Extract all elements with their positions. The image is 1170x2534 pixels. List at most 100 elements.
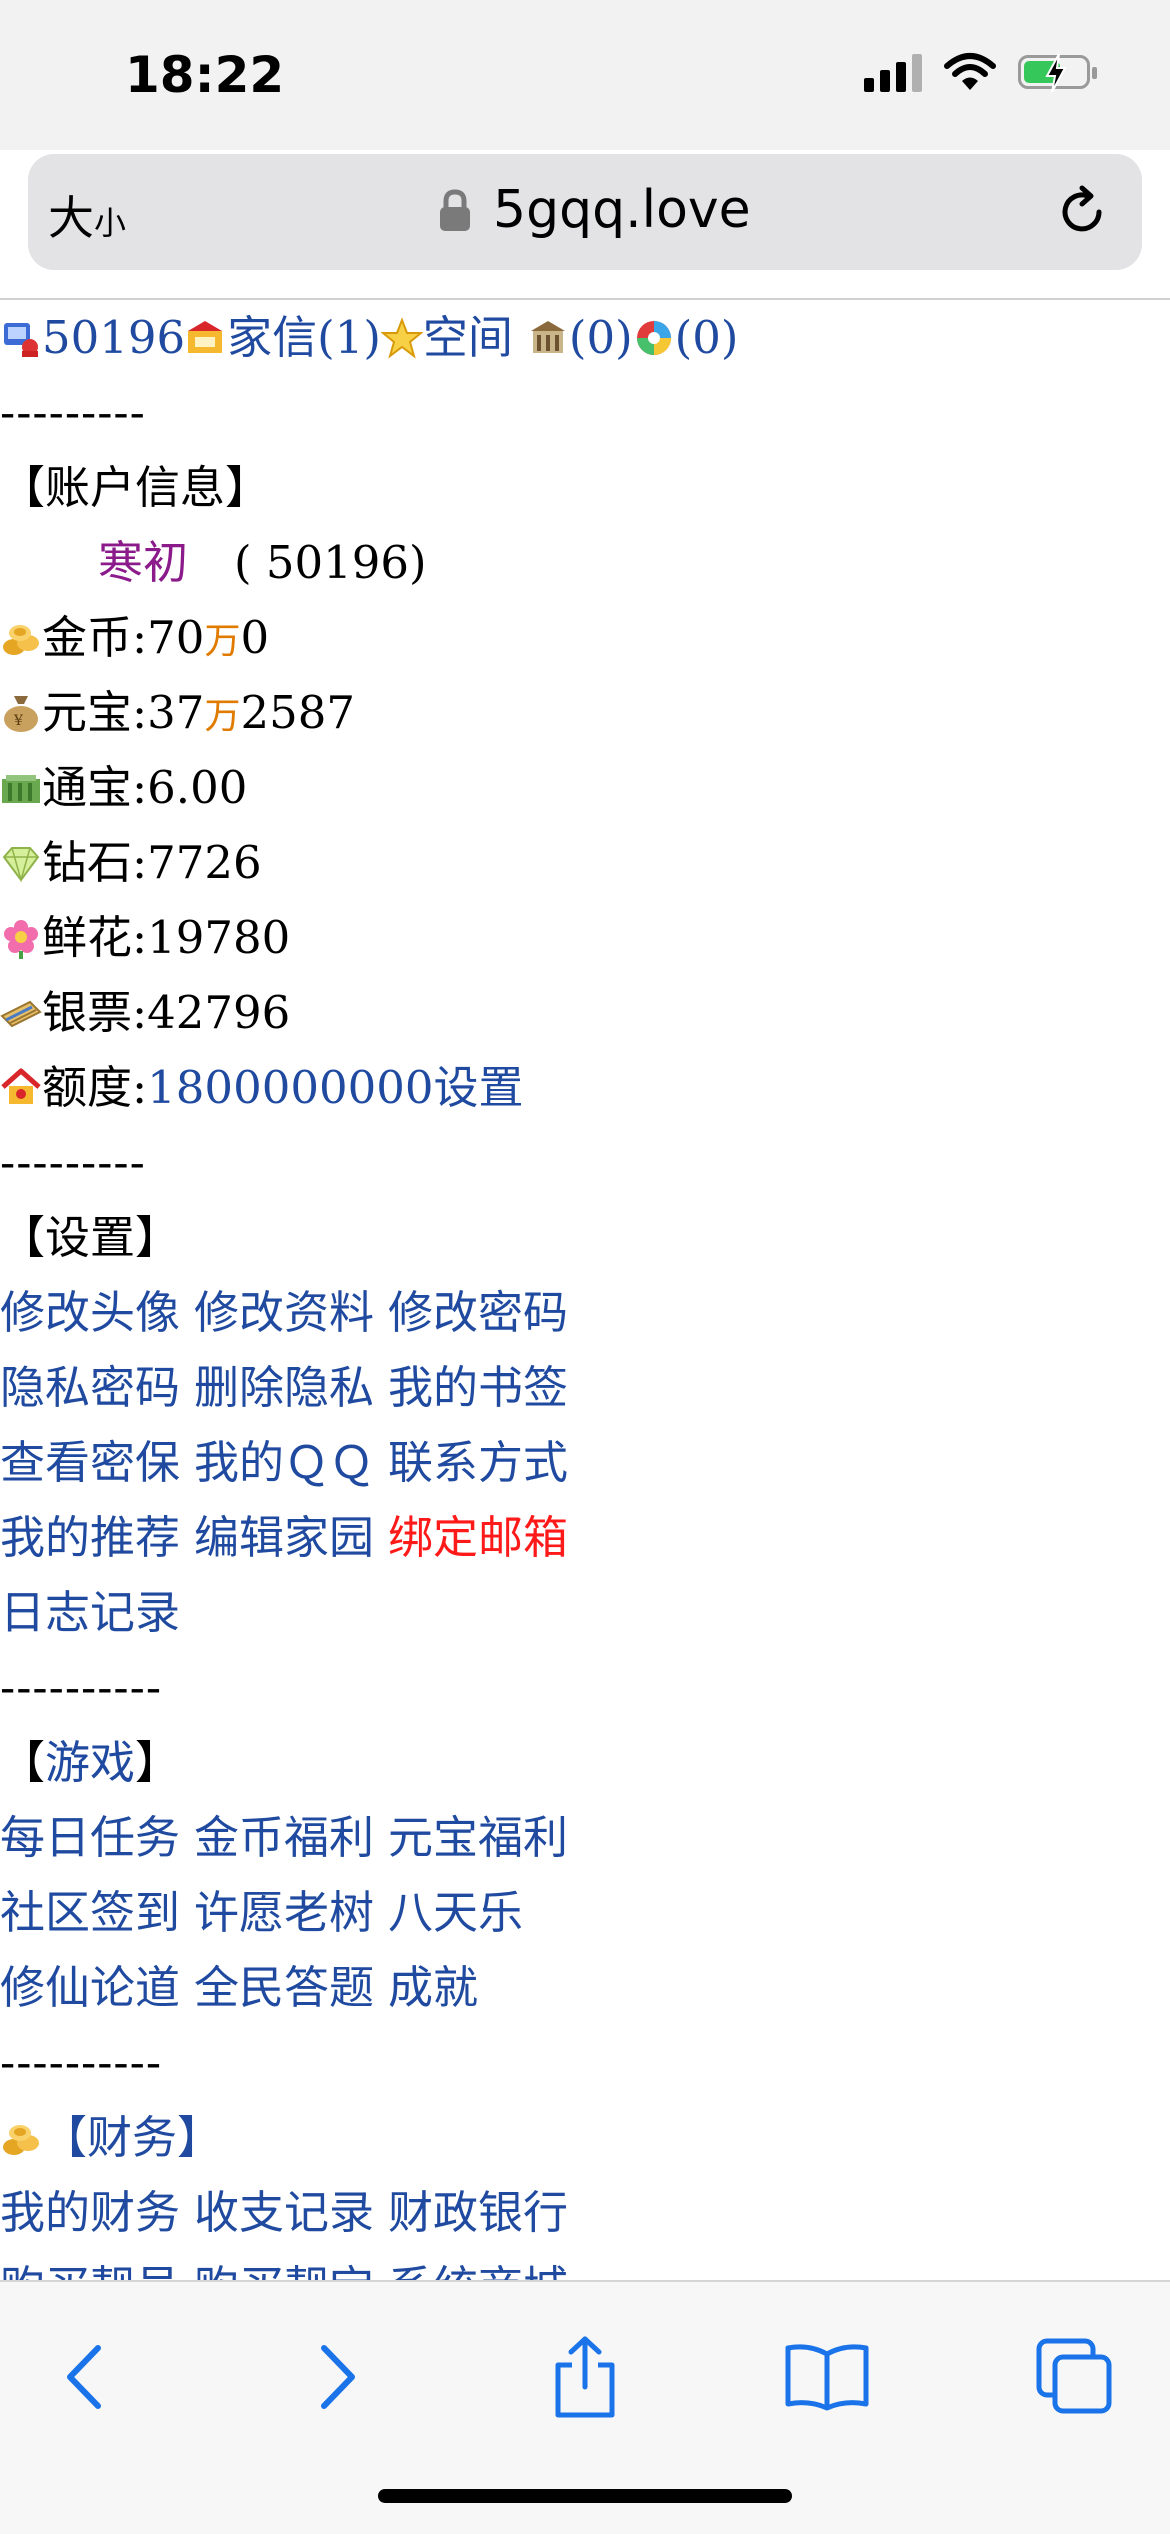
gold-unit: 万 [204,621,241,662]
community-checkin-link[interactable]: 社区签到 [0,1886,180,1939]
quota-settings-link[interactable]: 1800000000设置 [147,1061,523,1114]
finance-title-link[interactable]: 【财务】 [42,2111,222,2164]
coins-icon [3,2125,39,2155]
wishing-tree-link[interactable]: 许愿老树 [194,1886,374,1939]
yuanbao-row: ¥ 元宝:37万2587 [0,675,1170,750]
wheel-link[interactable]: (0) [675,311,739,364]
my-finance-link[interactable]: 我的财务 [0,2186,180,2239]
games-title-left: 【 [0,1736,46,1789]
building-icon [530,321,565,353]
edit-avatar-link[interactable]: 修改头像 [0,1286,180,1339]
text-size-big: 大 [48,191,94,245]
settings-row: 隐私密码 删除隐私 我的书签 [0,1350,1170,1425]
contact-info-link[interactable]: 联系方式 [388,1436,568,1489]
eight-days-link[interactable]: 八天乐 [388,1886,523,1939]
wheel-icon [636,321,671,355]
my-referrals-link[interactable]: 我的推荐 [0,1511,180,1564]
games-row: 修仙论道 全民答题 成就 [0,1950,1170,2025]
quota-row: 额度:1800000000设置 [0,1050,1170,1125]
games-row: 每日任务 金币福利 元宝福利 [0,1800,1170,1875]
flower-text: 鲜花:19780 [42,911,291,964]
settings-row: 日志记录 [0,1575,1170,1650]
achievements-link[interactable]: 成就 [388,1961,478,2014]
games-row: 社区签到 许愿老树 八天乐 [0,1875,1170,1950]
gold-value-pre: 70 [147,611,205,664]
account-id: ( 50196) [234,536,427,589]
banknote-row: 银票:42796 [0,975,1170,1050]
change-password-link[interactable]: 修改密码 [388,1286,568,1339]
settings-title: 【设置】 [0,1211,181,1264]
tongbao-text: 通宝:6.00 [42,761,248,814]
quiz-link[interactable]: 全民答题 [194,1961,374,2014]
delete-privacy-link[interactable]: 删除隐私 [194,1361,374,1414]
wifi-icon [944,53,996,90]
divider: --------- [0,1136,146,1189]
buy-treasure-link[interactable]: 购买靓宝 [194,2261,374,2280]
tabs-icon [1036,2338,1112,2414]
flower-icon [4,920,38,959]
bind-email-link[interactable]: 绑定邮箱 [388,1511,568,1564]
user-icon [4,323,38,357]
divider: --------- [0,386,146,439]
yuanbao-label: 元宝: [42,686,148,739]
status-time: 18:22 [125,46,285,104]
yuanbao-value-pre: 37 [147,686,205,739]
space-link[interactable]: 空间 [423,311,513,364]
settings-row: 查看密保 我的ＱＱ 联系方式 [0,1425,1170,1500]
user-id-link[interactable]: 50196 [42,311,185,364]
my-bookmarks-link[interactable]: 我的书签 [388,1361,568,1414]
status-icons [864,52,1097,93]
battery-icon [1018,53,1097,93]
privacy-password-link[interactable]: 隐私密码 [0,1361,180,1414]
divider: ---------- [0,2036,163,2089]
yuanbao-welfare-link[interactable]: 元宝福利 [388,1811,568,1864]
gold-row: 金币:70万0 [0,600,1170,675]
yuanbao-unit: 万 [204,696,241,737]
cellular-signal-icon [864,52,922,92]
nickname-link[interactable]: 寒初 [98,536,188,589]
diamond-icon [2,847,40,883]
games-title-right: 】 [135,1736,181,1789]
back-button[interactable] [30,2322,140,2432]
edit-profile-link[interactable]: 修改资料 [194,1286,374,1339]
account-title: 【账户信息】 [0,461,271,514]
building-link[interactable]: (0) [569,311,633,364]
lock-icon [440,189,470,231]
gold-label: 金币: [42,611,148,664]
system-mall-link[interactable]: 系统商城 [388,2261,568,2280]
forward-button[interactable] [282,2322,392,2432]
finance-bank-link[interactable]: 财政银行 [388,2186,568,2239]
view-security-link[interactable]: 查看密保 [0,1436,180,1489]
tabs-button[interactable] [1020,2322,1130,2432]
svg-text:¥: ¥ [13,713,23,729]
cash-icon [2,775,40,803]
settings-row: 我的推荐 编辑家园 绑定邮箱 [0,1500,1170,1575]
account-name-row: 寒初 ( 50196) [0,525,1170,600]
games-title-link[interactable]: 游戏 [45,1736,135,1789]
daily-tasks-link[interactable]: 每日任务 [0,1811,180,1864]
page-content: 50196 家信(1) 空间 (0) (0) --------- 【账户信息】 寒初 ( … [0,300,1170,2280]
top-nav: 50196 家信(1) 空间 (0) (0) [0,300,1170,375]
gold-welfare-link[interactable]: 金币福利 [194,1811,374,1864]
edit-homestead-link[interactable]: 编辑家园 [194,1511,374,1564]
mail-link[interactable]: 家信(1) [227,311,381,364]
chevron-left-icon [67,2345,101,2409]
share-button[interactable] [530,2322,640,2432]
income-records-link[interactable]: 收支记录 [194,2186,374,2239]
yuanbao-value-post: 2587 [240,686,355,739]
url-text[interactable]: 5gqq.love [493,180,751,240]
buy-number-link[interactable]: 购买靓号 [0,2261,180,2280]
my-qq-link[interactable]: 我的ＱＱ [194,1436,374,1489]
flower-row: 鲜花:19780 [0,900,1170,975]
text-size-button[interactable]: 大小 [48,182,126,248]
reload-icon[interactable] [1052,182,1112,242]
chevron-right-icon [321,2345,355,2409]
bookmarks-button[interactable] [772,2322,882,2432]
book-icon [785,2344,869,2411]
coins-icon [3,625,39,655]
address-bar[interactable]: 大小 5gqq.love [28,154,1142,270]
settings-row: 修改头像 修改资料 修改密码 [0,1275,1170,1350]
cultivation-link[interactable]: 修仙论道 [0,1961,180,2014]
log-records-link[interactable]: 日志记录 [0,1586,180,1639]
tongbao-row: 通宝:6.00 [0,750,1170,825]
